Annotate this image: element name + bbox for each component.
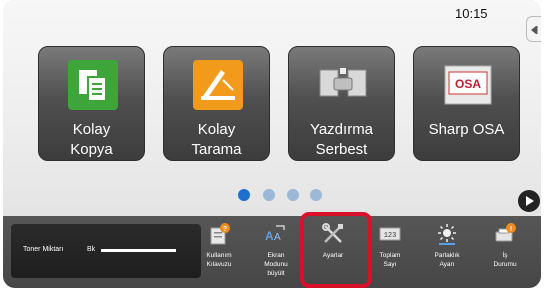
device-screen: 10:15 Kolay Kopya Kolay Tarama Yazdırma … — [3, 0, 541, 288]
svg-text:A: A — [274, 232, 281, 243]
enlarge-display-icon: A A — [265, 225, 285, 243]
app-label-line1: Kolay — [72, 121, 111, 138]
toner-panel: Toner Miktarı Bk — [11, 224, 201, 278]
page-dot-4[interactable] — [310, 189, 322, 201]
bottom-bar: Toner Miktarı Bk ? Kullanım Kılavuzu A A — [3, 216, 541, 288]
home-screen: 10:15 Kolay Kopya Kolay Tarama Yazdırma … — [3, 0, 541, 216]
bar-label-line1: Kullanım — [206, 252, 232, 259]
bar-label-line1: Ekran — [267, 252, 285, 259]
page-dot-1[interactable] — [238, 189, 250, 201]
manual-icon: ? — [210, 223, 230, 245]
bar-label-line2: Kılavuzu — [206, 261, 232, 268]
brightness-icon — [438, 224, 456, 245]
app-label-line2: Serbest — [315, 141, 368, 158]
app-label-line2: Kopya — [70, 141, 113, 158]
app-print-release[interactable]: Yazdırma Serbest — [288, 46, 395, 161]
side-panel-arrow-icon — [531, 26, 538, 34]
app-label-line1: Yazdırma — [309, 121, 374, 138]
page-dot-2[interactable] — [263, 189, 275, 201]
sharp-osa-icon: OSA — [444, 65, 492, 105]
app-label-line1: Sharp OSA — [428, 121, 505, 138]
bar-label-line2: Durumu — [493, 261, 517, 268]
bar-label-line3: büyült — [267, 270, 285, 277]
app-easy-copy[interactable]: Kolay Kopya — [38, 46, 145, 161]
app-label-line1: Kolay — [197, 121, 236, 138]
print-release-icon — [319, 68, 367, 97]
settings-highlight-frame — [300, 212, 372, 288]
svg-text:A: A — [265, 229, 274, 243]
total-count-icon: 123 — [379, 227, 401, 241]
app-label-line2: Tarama — [191, 141, 242, 158]
play-arrow-icon — [526, 196, 534, 206]
scan-icon — [193, 60, 243, 110]
next-page-button[interactable] — [518, 190, 540, 212]
job-status-button[interactable]: ! İş Durumu — [477, 218, 533, 284]
bar-label-line1: İş — [502, 252, 508, 259]
page-dot-3[interactable] — [287, 189, 299, 201]
job-status-icon: ! — [495, 223, 516, 242]
svg-text:?: ? — [223, 226, 227, 233]
toner-color-label: Bk — [87, 246, 96, 253]
toner-label: Toner Miktarı — [23, 246, 64, 253]
manual-button[interactable]: ? Kullanım Kılavuzu — [191, 218, 247, 284]
brightness-button[interactable]: Parlaklık Ayarı — [419, 218, 475, 284]
toner-level-bar — [101, 249, 176, 252]
osa-logo-text: OSA — [455, 77, 481, 91]
counter-text: 123 — [384, 232, 397, 240]
bar-label-line1: Parlaklık — [434, 252, 460, 259]
copy-icon — [68, 60, 118, 110]
app-sharp-osa[interactable]: OSA Sharp OSA — [413, 46, 520, 161]
app-easy-scan[interactable]: Kolay Tarama — [163, 46, 270, 161]
clock: 10:15 — [455, 6, 488, 21]
side-panel-tab[interactable] — [526, 16, 541, 42]
bar-label-line2: Modunu — [264, 261, 288, 268]
svg-text:!: ! — [510, 226, 512, 233]
enlarge-display-button[interactable]: A A Ekran Modunu büyült — [248, 218, 304, 284]
bar-label-line2: Ayarı — [439, 261, 455, 268]
